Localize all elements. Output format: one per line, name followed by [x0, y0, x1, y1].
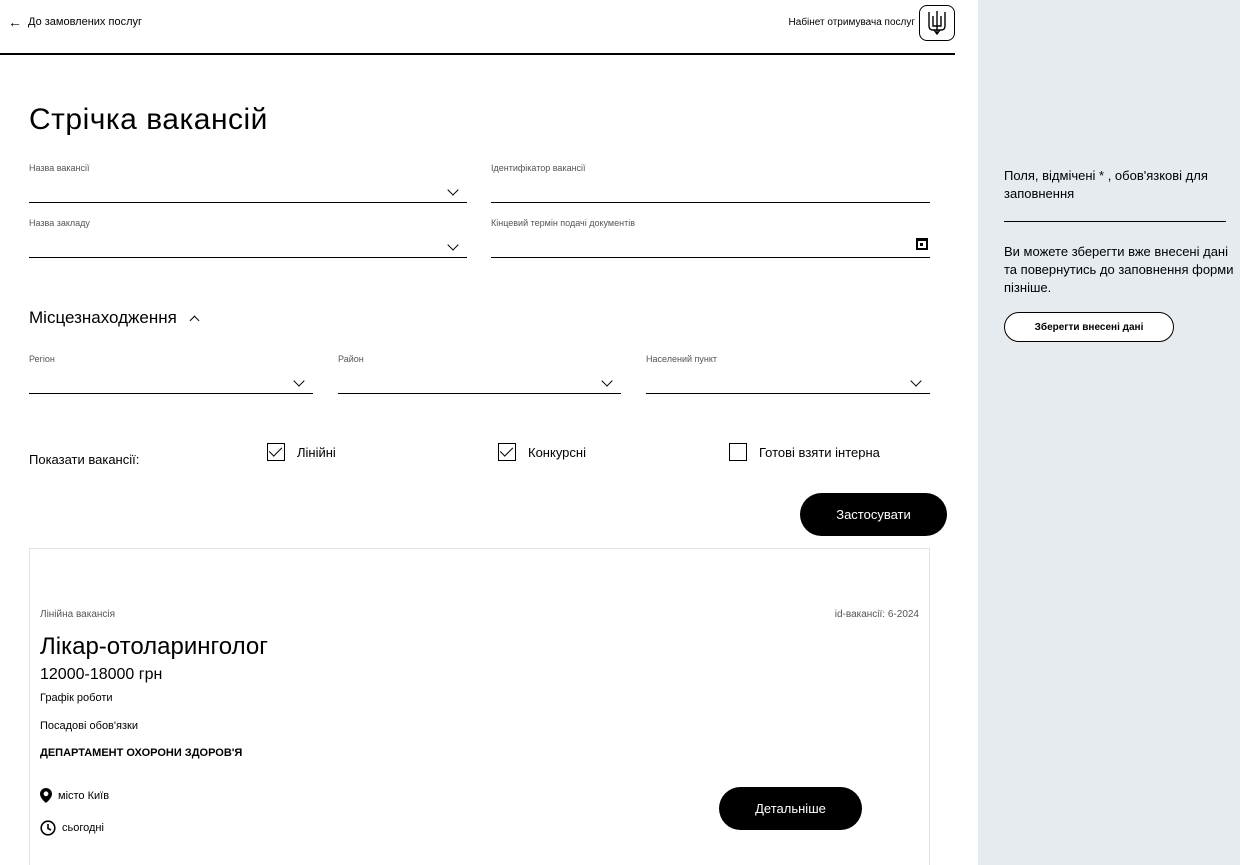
arrow-left-icon: ←	[8, 14, 22, 30]
save-note: Ви можете зберегти вже внесені дані та п…	[1004, 244, 1234, 295]
checkbox-competitive-label: Конкурсні	[528, 444, 586, 460]
page-title: Стрічка вакансій	[29, 103, 268, 136]
checkbox-checked-icon[interactable]	[267, 443, 285, 461]
salary: 12000-18000 грн	[40, 666, 163, 683]
district-label: Район	[338, 354, 364, 364]
chevron-down-icon	[601, 375, 613, 387]
district-select[interactable]: Район	[338, 354, 621, 394]
cabinet-label[interactable]: Набінет отримувача послуг	[789, 17, 915, 28]
back-link-label: До замовлених послуг	[28, 16, 142, 28]
vacancy-name-select[interactable]: Назва вакансії	[29, 163, 467, 203]
apply-button[interactable]: Застосувати	[800, 493, 947, 536]
checkbox-linear-label: Лінійні	[297, 444, 336, 460]
posted-row: сьогодні	[40, 820, 104, 836]
vacancy-card: Лінійна вакансія id-вакансії: 6-2024 Лік…	[29, 548, 930, 865]
settlement-select[interactable]: Населений пункт	[646, 354, 930, 394]
chevron-down-icon	[293, 375, 305, 387]
deadline-date-input[interactable]: Кінцевий термін подачі документів	[491, 218, 930, 258]
deadline-label: Кінцевий термін подачі документів	[491, 218, 635, 228]
location-text: місто Київ	[58, 789, 110, 802]
checkbox-intern[interactable]: Готові взяти інтерна	[729, 443, 880, 461]
map-pin-icon	[40, 788, 52, 803]
vacancy-id-input[interactable]: Ідентифікатор вакансії	[491, 163, 930, 203]
schedule: Графік роботи	[40, 692, 113, 704]
clock-icon	[40, 820, 56, 836]
required-fields-note: Поля, відмічені * , обов'язкові для запо…	[1004, 168, 1208, 201]
trident-logo-icon[interactable]	[919, 5, 955, 41]
institution-label: Назва закладу	[29, 218, 90, 228]
vacancy-name-label: Назва вакансії	[29, 163, 90, 173]
settlement-label: Населений пункт	[646, 354, 717, 364]
sidebar-divider	[1004, 221, 1226, 222]
vacancy-type: Лінійна вакансія	[40, 609, 116, 620]
checkbox-unchecked-icon[interactable]	[729, 443, 747, 461]
region-select[interactable]: Регіон	[29, 354, 313, 394]
chevron-up-icon	[189, 315, 200, 326]
vacancy-id-label: Ідентифікатор вакансії	[491, 163, 586, 173]
show-vacancies-label: Показати вакансії:	[29, 452, 140, 467]
header: ← До замовлених послуг Набінет отримувач…	[0, 0, 955, 55]
back-link[interactable]: ← До замовлених послуг	[8, 15, 142, 29]
department: ДЕПАРТАМЕНТ ОХОРОНИ ЗДОРОВ'Я	[40, 747, 243, 759]
details-button[interactable]: Детальніше	[719, 787, 862, 830]
sidebar: Поля, відмічені * , обов'язкові для запо…	[978, 0, 1240, 865]
chevron-down-icon	[447, 239, 459, 251]
calendar-icon[interactable]	[916, 238, 928, 250]
checkbox-intern-label: Готові взяти інтерна	[759, 444, 880, 460]
checkbox-linear[interactable]: Лінійні	[267, 443, 336, 461]
checkbox-competitive[interactable]: Конкурсні	[498, 443, 586, 461]
save-draft-button[interactable]: Зберегти внесені дані	[1004, 312, 1174, 342]
chevron-down-icon	[447, 184, 459, 196]
posted-text: сьогодні	[62, 822, 104, 834]
chevron-down-icon	[910, 375, 922, 387]
location-section-toggle[interactable]: Місцезнаходження	[29, 308, 200, 328]
vacancy-id: id-вакансії: 6-2024	[834, 609, 919, 620]
job-title: Лікар-отоларинголог	[40, 633, 268, 660]
location-row: місто Київ	[40, 788, 109, 803]
region-label: Регіон	[29, 354, 55, 364]
duties: Посадові обов'язки	[40, 720, 138, 732]
location-section-title: Місцезнаходження	[29, 308, 177, 327]
institution-select[interactable]: Назва закладу	[29, 218, 467, 258]
checkbox-checked-icon[interactable]	[498, 443, 516, 461]
